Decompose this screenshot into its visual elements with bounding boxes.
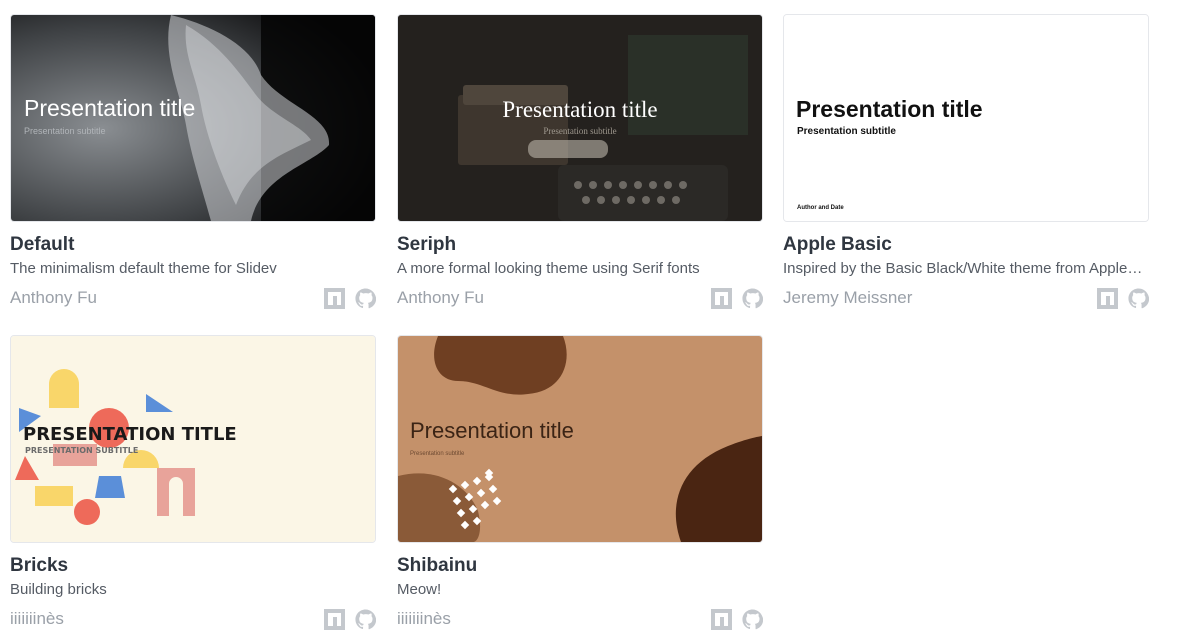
theme-author[interactable]: iiiiiiinès [397,607,451,631]
theme-name: Bricks [10,555,69,576]
github-icon[interactable] [742,287,763,309]
theme-preview-apple-basic[interactable]: Presentation title Presentation subtitle… [783,14,1149,222]
theme-name: Seriph [397,234,457,255]
theme-name: Apple Basic [783,234,892,255]
theme-description: Building bricks [10,581,107,598]
preview-title: Presentation title [502,97,657,122]
preview-footer: Author and Date [797,205,844,211]
theme-footer: iiiiiiinès [10,607,376,631]
theme-description: The minimalism default theme for Slidev [10,260,277,277]
preview-title: Presentation title [796,96,983,122]
github-icon[interactable] [1128,287,1149,309]
preview-image: Presentation title Presentation subtitle [11,15,375,221]
theme-card-apple-basic: Presentation title Presentation subtitle… [783,14,1149,310]
theme-author[interactable]: Jeremy Meissner [783,286,912,310]
theme-name: Shibainu [397,555,478,576]
theme-card-bricks: PRESENTATION TITLE PRESENTATION SUBTITLE… [10,335,376,631]
preview-image: Presentation title Presentation subtitle [398,336,762,542]
preview-subtitle: Presentation subtitle [797,126,896,137]
theme-author[interactable]: Anthony Fu [397,286,484,310]
preview-subtitle: Presentation subtitle [410,451,465,457]
npm-icon[interactable] [711,608,732,630]
theme-preview-seriph[interactable]: Presentation title Presentation subtitle [397,14,763,222]
preview-title: PRESENTATION TITLE [23,424,237,445]
preview-subtitle: Presentation subtitle [543,126,616,136]
theme-description: Meow! [397,581,442,598]
github-icon[interactable] [355,608,376,630]
theme-card-shibainu: Presentation title Presentation subtitle… [397,335,763,631]
theme-footer: iiiiiiinès [397,607,763,631]
preview-title: Presentation title [410,418,574,443]
theme-author[interactable]: iiiiiiinès [10,607,64,631]
npm-icon[interactable] [324,608,345,630]
preview-image: Presentation title Presentation subtitle… [784,15,1148,221]
theme-description: Inspired by the Basic Black/White theme … [783,260,1145,277]
npm-icon[interactable] [711,287,732,309]
theme-preview-shibainu[interactable]: Presentation title Presentation subtitle [397,335,763,543]
preview-subtitle: Presentation subtitle [24,126,106,136]
github-icon[interactable] [355,287,376,309]
theme-preview-bricks[interactable]: PRESENTATION TITLE PRESENTATION SUBTITLE [10,335,376,543]
theme-card-default: Presentation title Presentation subtitle… [10,14,376,310]
preview-subtitle: PRESENTATION SUBTITLE [25,446,138,455]
theme-description: A more formal looking theme using Serif … [397,260,700,277]
theme-footer: Anthony Fu [397,286,763,310]
theme-footer: Anthony Fu [10,286,376,310]
theme-links [711,287,763,309]
theme-card-seriph: Presentation title Presentation subtitle… [397,14,763,310]
theme-name: Default [10,234,75,255]
theme-footer: Jeremy Meissner [783,286,1149,310]
preview-image: PRESENTATION TITLE PRESENTATION SUBTITLE [11,336,375,542]
preview-image: Presentation title Presentation subtitle [398,15,762,221]
theme-links [1097,287,1149,309]
theme-links [324,287,376,309]
npm-icon[interactable] [324,287,345,309]
preview-title: Presentation title [24,95,195,121]
theme-author[interactable]: Anthony Fu [10,286,97,310]
theme-links [711,608,763,630]
npm-icon[interactable] [1097,287,1118,309]
github-icon[interactable] [742,608,763,630]
theme-links [324,608,376,630]
theme-preview-default[interactable]: Presentation title Presentation subtitle [10,14,376,222]
